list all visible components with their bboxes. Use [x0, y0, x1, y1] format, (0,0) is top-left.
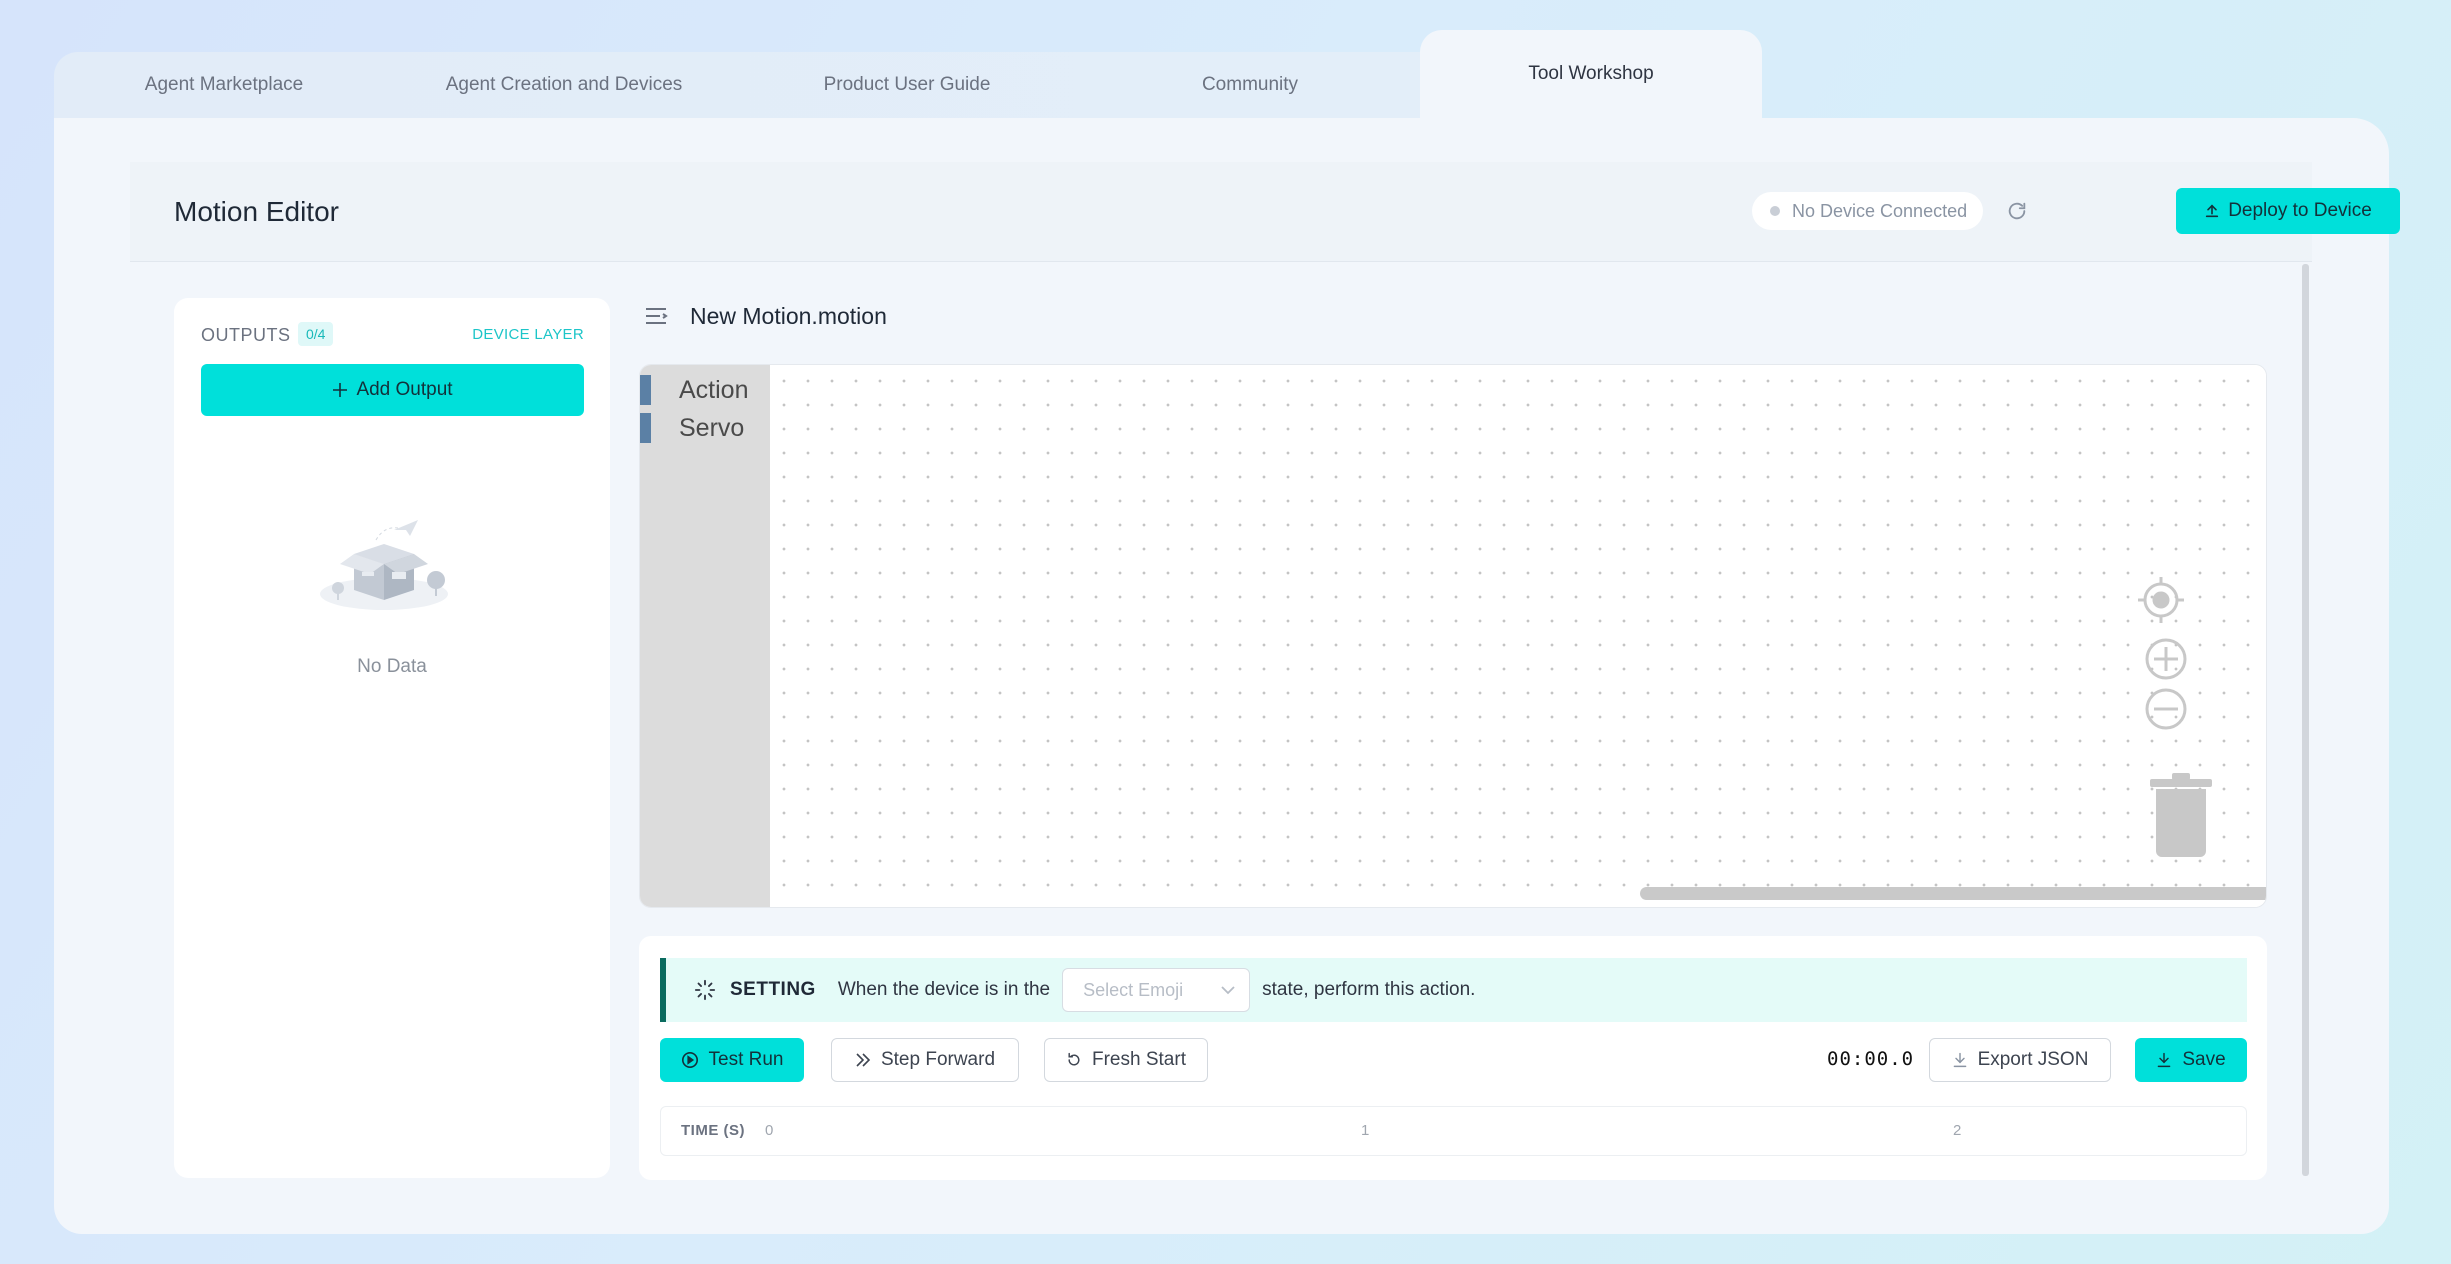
export-json-label: Export JSON — [1977, 1049, 2089, 1070]
toolbox-category-servo[interactable]: Servo — [640, 409, 770, 447]
chevron-down-icon — [1221, 986, 1235, 995]
emoji-select[interactable]: Select Emoji — [1062, 968, 1251, 1012]
test-run-button[interactable]: Test Run — [660, 1038, 804, 1082]
file-title-row: New Motion.motion — [644, 298, 887, 334]
category-color-bar — [640, 413, 651, 443]
timeline-ruler[interactable]: TIME (S) 0 1 2 — [660, 1106, 2247, 1156]
zoom-out-icon[interactable] — [2144, 687, 2188, 731]
tab-label: Community — [1201, 74, 1299, 95]
add-output-label: Add Output — [356, 379, 453, 400]
canvas-horizontal-scrollbar[interactable] — [1640, 887, 2266, 900]
loading-spinner-icon — [694, 979, 716, 1001]
page-scrollbar[interactable] — [2302, 264, 2309, 1176]
emoji-select-placeholder: Select Emoji — [1083, 979, 1184, 1000]
outputs-label: OUTPUTS — [201, 325, 291, 345]
upload-icon — [2206, 204, 2219, 218]
outputs-panel: OUTPUTS 0/4 DEVICE LAYER Add Output No D… — [174, 298, 610, 1178]
step-forward-button[interactable]: Step Forward — [831, 1038, 1019, 1082]
file-name: New Motion.motion — [690, 302, 887, 329]
device-layer-link[interactable]: DEVICE LAYER — [472, 326, 584, 343]
add-output-button[interactable]: Add Output — [201, 364, 584, 416]
zoom-in-icon[interactable] — [2144, 637, 2188, 681]
setting-text-before: When the device is in the — [837, 979, 1051, 1000]
deploy-to-device-button[interactable]: Deploy to Device — [2176, 188, 2400, 234]
category-label: Servo — [679, 413, 745, 442]
refresh-button[interactable] — [2000, 194, 2034, 228]
save-button[interactable]: Save — [2135, 1038, 2247, 1082]
block-editor: Action Servo — [639, 364, 2267, 908]
timeline-tick: 2 — [1953, 1122, 1962, 1139]
play-circle-icon — [681, 1051, 698, 1069]
category-label: Action — [679, 375, 749, 404]
setting-text-after: state, perform this action. — [1262, 979, 1476, 1000]
tab-label: Agent Marketplace — [144, 74, 304, 95]
category-color-bar — [640, 375, 651, 405]
toolbox-category-action[interactable]: Action — [640, 371, 770, 409]
tab-label: Product User Guide — [823, 74, 991, 95]
block-toolbox: Action Servo — [640, 365, 770, 907]
download-icon — [2158, 1052, 2171, 1068]
menu-icon[interactable] — [644, 306, 668, 326]
setting-title: SETTING — [730, 979, 816, 1000]
no-data-text: No Data — [357, 656, 427, 677]
double-chevron-right-icon — [856, 1053, 871, 1067]
recenter-icon[interactable] — [2136, 575, 2186, 625]
tab-agent-marketplace[interactable]: Agent Marketplace — [54, 52, 394, 118]
device-status-text: No Device Connected — [1792, 200, 1968, 221]
timeline-tick: 1 — [1361, 1122, 1370, 1139]
save-label: Save — [2182, 1049, 2226, 1070]
refresh-icon — [2008, 202, 2026, 220]
plus-icon — [333, 383, 348, 397]
tab-community[interactable]: Community — [1080, 52, 1420, 118]
deploy-label: Deploy to Device — [2228, 200, 2372, 221]
trash-icon[interactable] — [2148, 773, 2214, 859]
tab-label: Agent Creation and Devices — [445, 74, 683, 95]
test-run-label: Test Run — [708, 1049, 784, 1070]
workspace-canvas[interactable] — [770, 365, 2266, 907]
editor-header: Motion Editor No Device Connected Deploy… — [130, 162, 2400, 262]
tab-tool-workshop[interactable]: Tool Workshop — [1420, 30, 1762, 118]
fresh-start-button[interactable]: Fresh Start — [1044, 1038, 1208, 1082]
tab-agent-creation[interactable]: Agent Creation and Devices — [394, 52, 734, 118]
export-json-button[interactable]: Export JSON — [1929, 1038, 2111, 1082]
timeline-tick: 0 — [765, 1122, 774, 1139]
tab-product-user-guide[interactable]: Product User Guide — [734, 52, 1080, 118]
step-forward-label: Step Forward — [880, 1049, 996, 1070]
page-title: Motion Editor — [174, 196, 339, 227]
device-status-badge: No Device Connected — [1752, 192, 1984, 230]
outputs-count-badge: 0/4 — [298, 322, 334, 346]
tab-label: Tool Workshop — [1528, 63, 1654, 84]
empty-box-icon — [320, 520, 448, 610]
status-dot-icon — [1770, 206, 1780, 216]
download-icon — [1953, 1052, 1966, 1068]
time-display: 00:00.0 — [1827, 1048, 1915, 1070]
fresh-start-label: Fresh Start — [1092, 1049, 1186, 1070]
timeline-label: TIME (S) — [681, 1122, 745, 1139]
restart-icon — [1068, 1052, 1080, 1066]
setting-bar: SETTING When the device is in the Select… — [660, 958, 2247, 1022]
motion-controls-panel: SETTING When the device is in the Select… — [639, 936, 2267, 1180]
